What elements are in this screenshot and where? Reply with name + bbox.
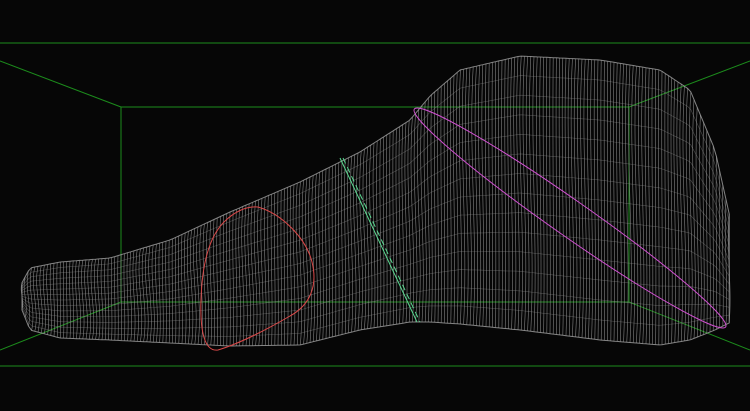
3d-viewport[interactable]: [0, 0, 750, 411]
bbox-edge-top-left: [0, 60, 122, 108]
bbox-edge-bottom-right: [628, 301, 750, 351]
foot-mesh[interactable]: [20, 55, 731, 347]
foot-scan-scene[interactable]: [0, 0, 750, 411]
